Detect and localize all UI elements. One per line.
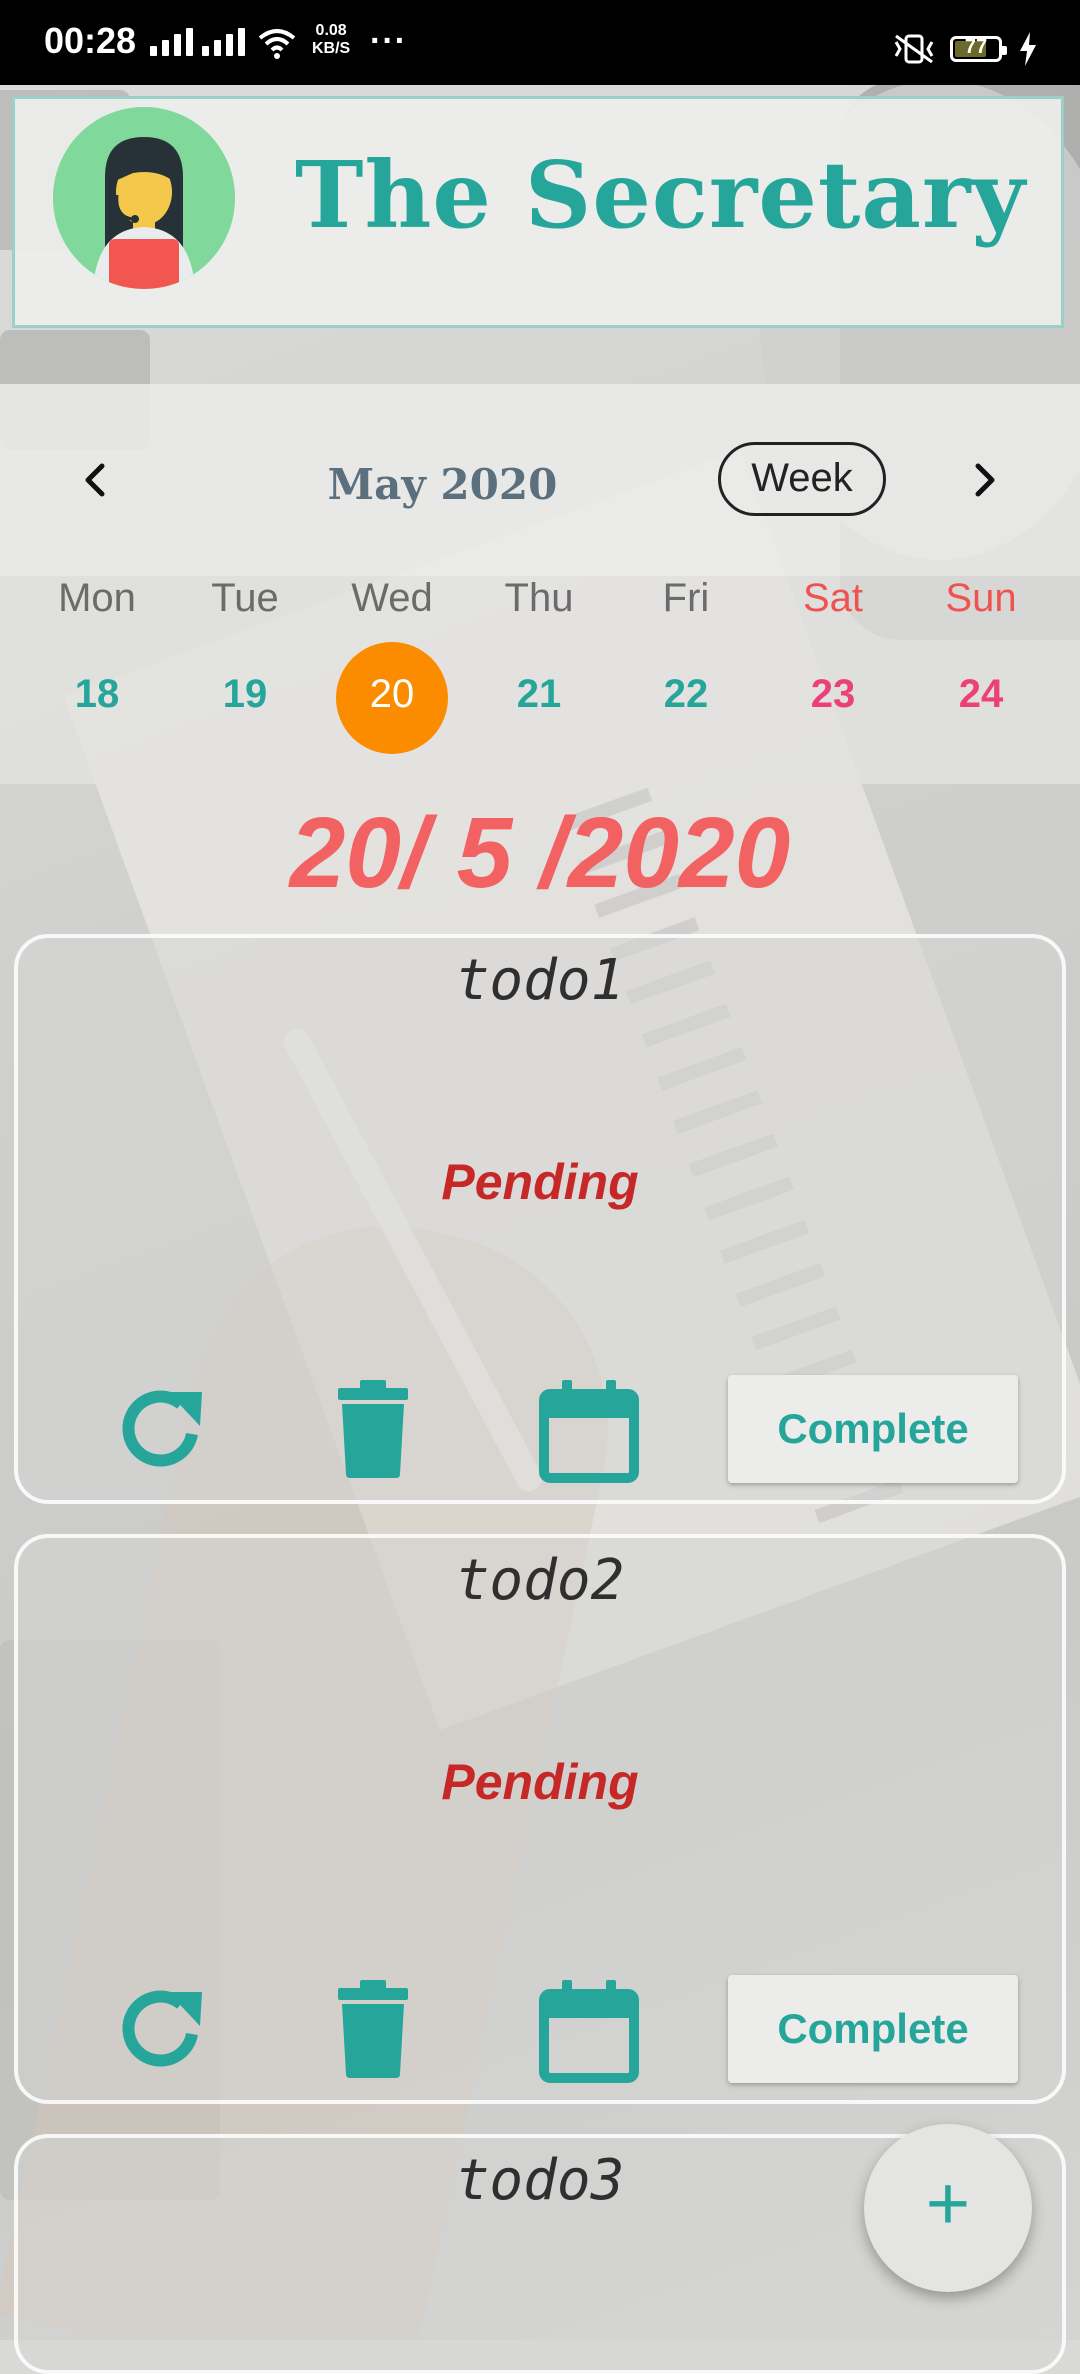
status-bar: 00:28 0.08 KB/S ··· 77 <box>0 0 1080 85</box>
battery-icon: 77 <box>950 36 1007 62</box>
vibrate-mute-icon <box>894 34 934 64</box>
charging-icon <box>1020 32 1036 66</box>
weekday-thu: Thu <box>504 576 574 620</box>
more-notifications-icon: ··· <box>370 22 407 60</box>
day-20-selected[interactable]: 20 <box>318 672 466 717</box>
day-19[interactable]: 19 <box>171 672 319 717</box>
app-title: The Secretary <box>295 141 1026 249</box>
todo-title: todo1 <box>455 948 625 1013</box>
todo-card: todo1 Pending Complete <box>14 934 1066 1504</box>
wifi-icon <box>258 29 296 59</box>
signal-icon <box>150 28 193 56</box>
weekday-fri: Fri <box>662 576 710 620</box>
weekday-sat: Sat <box>802 576 864 620</box>
chevron-right-icon[interactable] <box>958 454 1010 506</box>
secretary-avatar-icon <box>53 107 235 289</box>
day-18[interactable]: 18 <box>23 672 171 717</box>
todo-title: todo2 <box>455 1548 625 1613</box>
weekday-mon: Mon <box>58 576 136 620</box>
todo-card: todo2 Pending Complete <box>14 1534 1066 2104</box>
clock: 00:28 <box>44 20 137 61</box>
weekday-sun: Sun <box>945 576 1017 620</box>
signal-icon-2 <box>202 28 245 56</box>
calendar-icon[interactable] <box>534 1974 644 2084</box>
network-speed: 0.08 KB/S <box>312 22 351 57</box>
weekday-wed: Wed <box>351 576 433 620</box>
trash-icon[interactable] <box>318 1374 428 1484</box>
weekday-tue: Tue <box>211 576 279 620</box>
add-todo-button[interactable]: + <box>864 2124 1032 2292</box>
complete-button[interactable]: Complete <box>728 1375 1018 1483</box>
plus-icon: + <box>925 2161 971 2246</box>
todo-status: Pending <box>441 1754 639 1810</box>
complete-button[interactable]: Complete <box>728 1975 1018 2083</box>
day-24[interactable]: 24 <box>907 672 1055 717</box>
todo-status: Pending <box>441 1154 639 1210</box>
week-calendar: May 2020 Week Mon Tue Wed Thu Fri Sat Su… <box>0 384 1080 784</box>
day-22[interactable]: 22 <box>612 672 760 717</box>
day-21[interactable]: 21 <box>465 672 613 717</box>
trash-icon[interactable] <box>318 1974 428 2084</box>
refresh-icon[interactable] <box>106 1974 216 2084</box>
week-view-button[interactable]: Week <box>718 442 886 516</box>
day-23[interactable]: 23 <box>759 672 907 717</box>
app-header: The Secretary <box>12 96 1064 328</box>
selected-date-display: 20/ 5 /2020 <box>289 797 791 909</box>
refresh-icon[interactable] <box>106 1374 216 1484</box>
calendar-icon[interactable] <box>534 1374 644 1484</box>
